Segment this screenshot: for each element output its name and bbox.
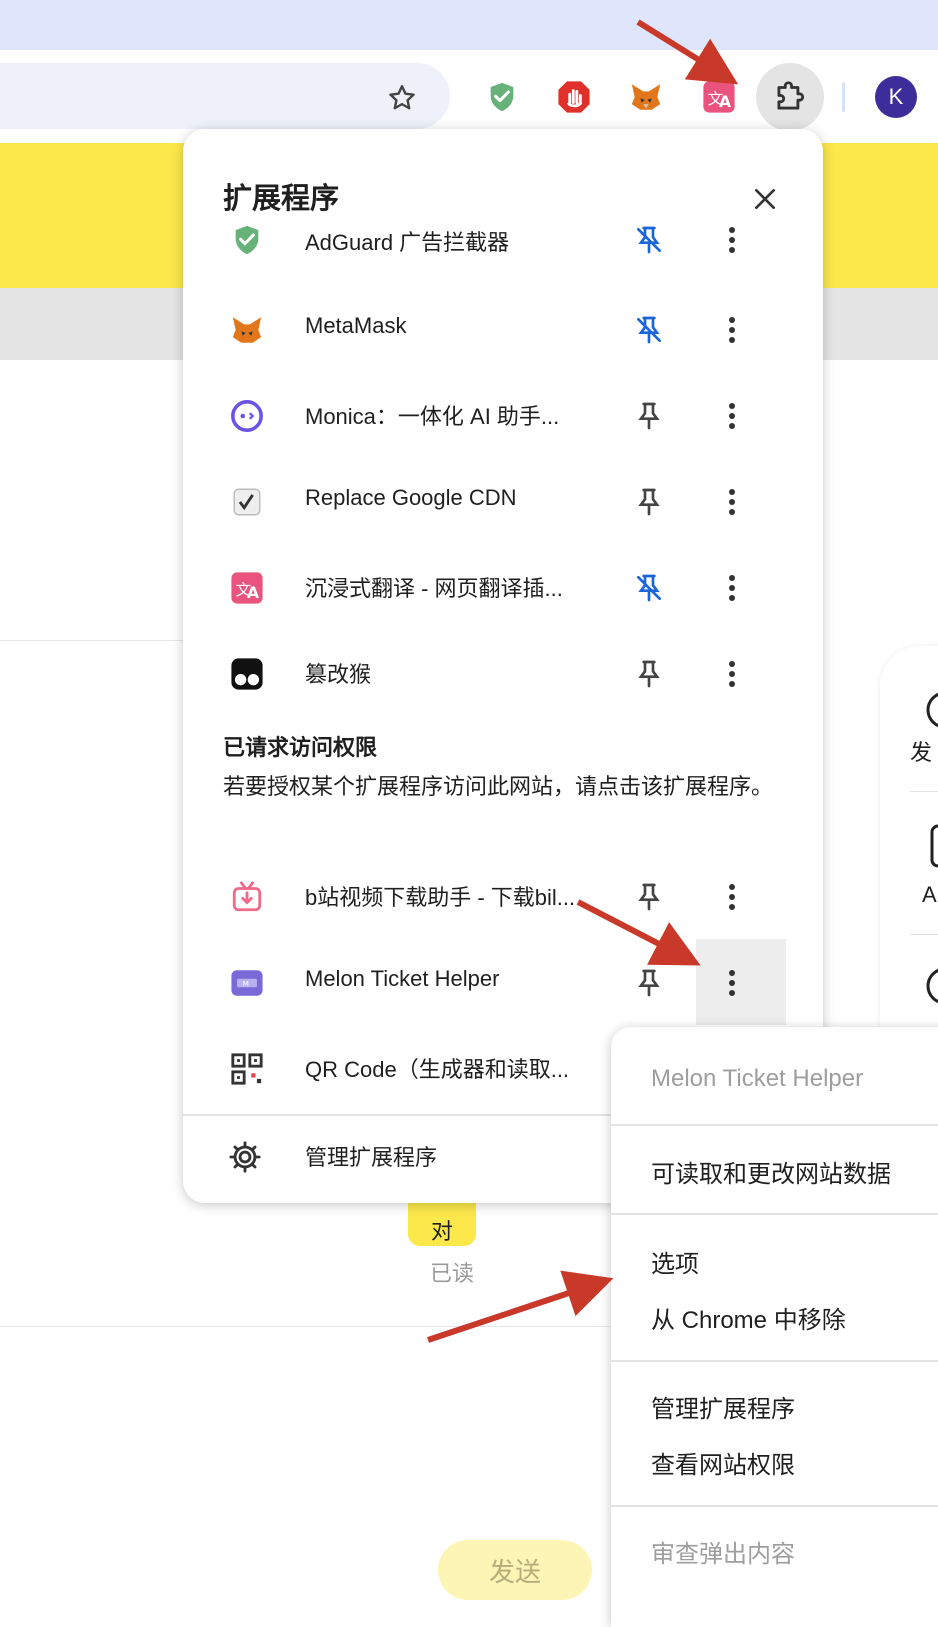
more-vert-icon <box>729 317 735 343</box>
adguard-shield-icon[interactable] <box>484 79 520 115</box>
svg-text:A: A <box>719 93 731 111</box>
more-options-button[interactable] <box>709 475 755 529</box>
metamask-fox-icon <box>232 317 262 343</box>
replace-cdn-icon <box>233 488 261 516</box>
menu-item-site-data[interactable]: 可读取和更改网站数据 <box>651 1154 891 1189</box>
qr-code-icon <box>231 1053 263 1085</box>
tab-strip <box>0 0 938 50</box>
page-divider <box>0 640 200 641</box>
more-vert-icon <box>729 227 735 253</box>
section-header-requested-access: 已请求访问权限 <box>223 735 378 760</box>
menu-item-inspect-popup: 审查弹出内容 <box>651 1541 795 1568</box>
side-card-label: 发 <box>910 740 933 765</box>
pin-icon[interactable] <box>633 880 665 914</box>
more-options-button[interactable] <box>709 647 755 701</box>
extension-name: b站视频下载助手 - 下载bil... <box>305 885 576 910</box>
popup-title: 扩展程序 <box>223 183 340 215</box>
pin-icon[interactable] <box>633 966 665 1000</box>
unpin-icon[interactable] <box>633 571 665 605</box>
puzzle-extensions-icon <box>777 81 805 110</box>
extension-name: MetaMask <box>305 313 407 338</box>
close-icon <box>755 189 775 209</box>
monica-icon <box>231 400 263 432</box>
melon-ticket-icon: M <box>231 970 263 996</box>
extension-name: QR Code（生成器和读取... <box>305 1057 570 1082</box>
read-status: 已读 <box>430 1261 475 1286</box>
metamask-fox-icon[interactable] <box>628 79 664 115</box>
pin-icon[interactable] <box>633 223 665 257</box>
immersive-translate-icon[interactable]: 文A <box>701 79 737 115</box>
card-divider <box>910 791 938 792</box>
more-vert-icon <box>729 884 735 910</box>
more-vert-icon <box>729 661 735 687</box>
star-icon[interactable] <box>382 78 422 118</box>
toolbar-separator <box>842 82 845 112</box>
bilibili-download-icon <box>232 881 262 912</box>
extension-row-monica[interactable]: Monica：一体化 AI 助手... <box>183 371 823 459</box>
chat-bubble-text: 对 <box>430 1219 453 1244</box>
menu-separator <box>611 1505 938 1507</box>
menu-item-remove-from-chrome[interactable]: 从 Chrome 中移除 <box>651 1300 846 1335</box>
extension-row-immersive-translate[interactable]: 文A 沉浸式翻译 - 网页翻译插... <box>183 543 823 631</box>
profile-avatar[interactable]: K <box>875 76 917 118</box>
more-options-button[interactable] <box>709 870 755 924</box>
pin-icon[interactable] <box>633 399 665 433</box>
menu-item-manage-extensions[interactable]: 管理扩展程序 <box>651 1389 795 1424</box>
extensions-button[interactable] <box>756 63 824 131</box>
extension-row-tampermonkey[interactable]: 篡改猴 <box>183 629 823 717</box>
device-icon <box>930 824 938 868</box>
tampermonkey-icon <box>231 658 263 690</box>
more-vert-icon <box>729 970 735 996</box>
menu-item-view-site-permissions[interactable]: 查看网站权限 <box>651 1445 795 1480</box>
menu-separator <box>611 1360 938 1362</box>
extension-name: AdGuard 广告拦截器 <box>305 230 510 255</box>
more-options-button[interactable] <box>709 213 755 267</box>
page-side-card <box>880 646 938 1046</box>
send-button[interactable]: 发送 <box>438 1540 592 1600</box>
menu-item-options[interactable]: 选项 <box>651 1244 699 1279</box>
pin-icon[interactable] <box>633 657 665 691</box>
more-options-button[interactable] <box>709 389 755 443</box>
gear-icon <box>229 1141 261 1173</box>
extension-row-metamask[interactable]: MetaMask <box>183 285 823 373</box>
extension-name: Replace Google CDN <box>305 485 517 510</box>
svg-text:A: A <box>247 584 259 602</box>
side-card-label: A <box>922 882 937 907</box>
manage-extensions-label: 管理扩展程序 <box>305 1145 438 1170</box>
adguard-shield-icon <box>235 225 259 255</box>
pin-icon[interactable] <box>633 485 665 519</box>
circle-icon <box>926 968 938 1004</box>
menu-separator <box>611 1124 938 1126</box>
more-vert-icon <box>729 575 735 601</box>
card-divider <box>910 934 938 935</box>
menu-header-extension-name: Melon Ticket Helper <box>651 1065 864 1092</box>
more-options-button[interactable] <box>709 561 755 615</box>
extension-context-menu: Melon Ticket Helper 可读取和更改网站数据 选项 从 Chro… <box>611 1027 938 1627</box>
menu-separator <box>611 1213 938 1215</box>
more-options-button[interactable] <box>709 303 755 357</box>
svg-text:M: M <box>243 979 249 988</box>
extension-row-melon-ticket[interactable]: M Melon Ticket Helper <box>183 938 823 1026</box>
unpin-icon[interactable] <box>633 313 665 347</box>
extension-name: Melon Ticket Helper <box>305 966 500 991</box>
adblock-hand-icon[interactable] <box>556 79 592 115</box>
extension-row-bilibili[interactable]: b站视频下载助手 - 下载bil... <box>183 852 823 940</box>
more-options-button[interactable] <box>709 956 755 1010</box>
more-vert-icon <box>729 403 735 429</box>
extension-row-replace-cdn[interactable]: Replace Google CDN <box>183 457 823 545</box>
immersive-translate-icon: 文A <box>231 572 263 604</box>
circle-icon <box>926 692 938 728</box>
more-vert-icon <box>729 489 735 515</box>
annotation-arrow <box>427 1270 614 1343</box>
extension-name: 沉浸式翻译 - 网页翻译插... <box>305 576 563 601</box>
extension-name: Monica：一体化 AI 助手... <box>305 404 560 429</box>
section-description: 若要授权某个扩展程序访问此网站，请点击该扩展程序。 <box>223 774 774 799</box>
extension-name: 篡改猴 <box>305 662 372 687</box>
